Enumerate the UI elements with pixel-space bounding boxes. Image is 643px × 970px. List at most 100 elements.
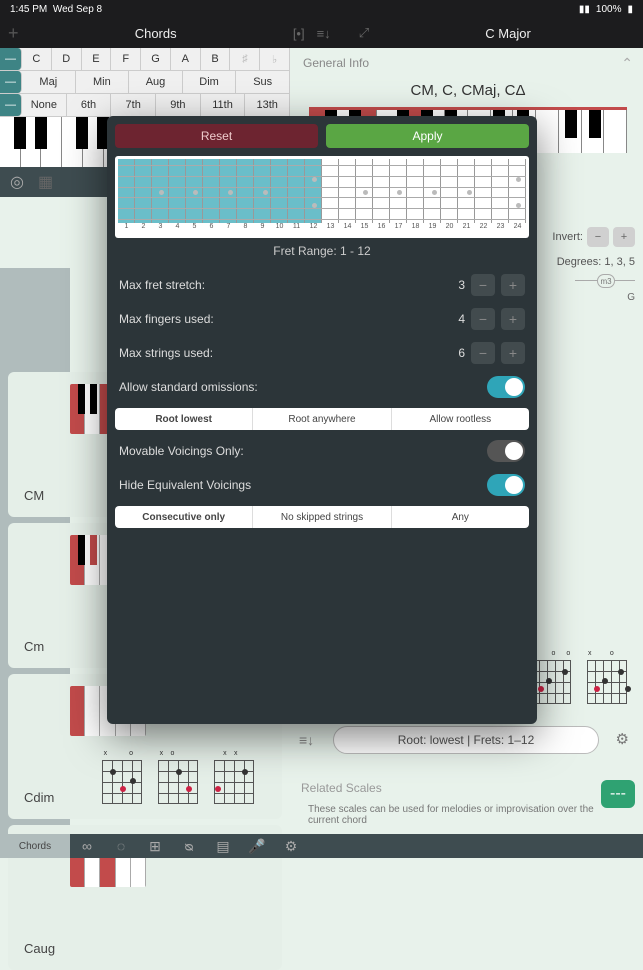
chord-diagram[interactable]: xo: [154, 750, 202, 808]
top-bar: + Chords [•] ≡↓ ⤢ C Major: [0, 18, 643, 48]
movable-toggle[interactable]: [487, 440, 525, 462]
cmajor-title: C Major: [485, 26, 531, 41]
strings-plus[interactable]: +: [501, 342, 525, 364]
seg-noskip[interactable]: No skipped strings: [253, 506, 391, 528]
qual-aug[interactable]: Aug: [129, 71, 183, 93]
ext-row: None 6th 7th 9th 11th 13th: [0, 94, 290, 117]
collapse-qual[interactable]: [0, 71, 22, 93]
fingers-minus[interactable]: −: [471, 308, 495, 330]
chord-diagram[interactable]: xo: [98, 750, 146, 808]
sheet-icon[interactable]: ▤: [206, 838, 240, 855]
circle-icon[interactable]: ◌: [104, 838, 138, 854]
status-bar: 1:45 PM Wed Sep 8 ▮▮100%▮: [0, 0, 643, 18]
strings-minus[interactable]: −: [471, 342, 495, 364]
collapse-ext[interactable]: [0, 94, 22, 116]
fret-range-label: Fret Range: 1 - 12: [107, 244, 537, 258]
mic-icon[interactable]: 🎤: [240, 838, 274, 855]
note-f[interactable]: F: [111, 48, 141, 70]
card-label: CM: [24, 488, 44, 503]
chord-diagrams-right: xoo xo: [523, 650, 635, 708]
note-g[interactable]: G: [141, 48, 171, 70]
qual-min[interactable]: Min: [76, 71, 130, 93]
voicing-settings-modal: Reset Apply 1234567891011121314151617181…: [107, 116, 537, 724]
quality-row: Maj Min Aug Dim Sus: [0, 71, 290, 94]
note-a[interactable]: A: [171, 48, 201, 70]
skip-seg[interactable]: Consecutive only No skipped strings Any: [115, 506, 529, 528]
stretch-plus[interactable]: +: [501, 274, 525, 296]
chord-diagram[interactable]: xx: [210, 750, 258, 808]
qual-dim[interactable]: Dim: [183, 71, 237, 93]
filter-icon[interactable]: ≡↓: [299, 732, 314, 748]
chevron-up-icon: ⌃: [621, 55, 633, 72]
max-fingers-value: 4: [458, 312, 465, 326]
max-strings-value: 6: [458, 346, 465, 360]
note-e[interactable]: E: [82, 48, 112, 70]
note-d[interactable]: D: [52, 48, 82, 70]
ext-none[interactable]: None: [22, 94, 67, 116]
card-label: Cdim: [24, 790, 54, 805]
ext-13[interactable]: 13th: [245, 94, 290, 116]
ext-6[interactable]: 6th: [67, 94, 112, 116]
invert-plus[interactable]: +: [613, 227, 635, 247]
reset-button[interactable]: Reset: [115, 124, 318, 148]
wifi-icon: ▮▮: [579, 4, 590, 15]
related-scales-text: These scales can be used for melodies or…: [300, 804, 635, 826]
ext-11[interactable]: 11th: [201, 94, 246, 116]
qual-sus[interactable]: Sus: [236, 71, 290, 93]
collapse-notes[interactable]: [0, 48, 22, 70]
grid-icon[interactable]: ▦: [38, 172, 53, 192]
green-fab[interactable]: ---: [601, 780, 635, 808]
expand-icon[interactable]: ⤢: [359, 25, 369, 41]
root-seg[interactable]: Root lowest Root anywhere Allow rootless: [115, 408, 529, 430]
max-fingers-row: Max fingers used: 4−+: [107, 302, 537, 336]
grid4-icon[interactable]: ⊞: [138, 838, 172, 855]
settings-icon[interactable]: ⚙: [274, 838, 308, 855]
seg-root-lowest[interactable]: Root lowest: [115, 408, 253, 430]
voicing-filter-button[interactable]: Root: lowest | Frets: 1–12: [333, 726, 599, 754]
stretch-minus[interactable]: −: [471, 274, 495, 296]
icon-a[interactable]: [•]: [293, 26, 305, 41]
invert-minus[interactable]: −: [587, 227, 609, 247]
apply-button[interactable]: Apply: [326, 124, 529, 148]
omissions-row: Allow standard omissions:: [107, 370, 537, 404]
gear-icon[interactable]: ⚙: [616, 730, 629, 748]
card-label: Caug: [24, 941, 55, 956]
fretboard-range[interactable]: 123456789101112131415161718192021222324: [115, 156, 529, 238]
icon-b[interactable]: ≡↓: [317, 26, 331, 41]
seg-allow-rootless[interactable]: Allow rootless: [392, 408, 529, 430]
chords-title: Chords: [135, 26, 177, 41]
note-flat[interactable]: ♭: [260, 48, 290, 70]
qual-maj[interactable]: Maj: [22, 71, 76, 93]
hideeq-row: Hide Equivalent Voicings: [107, 468, 537, 502]
note-g: G: [627, 292, 635, 303]
chord-diagram[interactable]: xo: [583, 650, 631, 708]
tab-chords[interactable]: Chords: [0, 834, 70, 858]
note-c[interactable]: C: [22, 48, 52, 70]
battery-icon: ▮: [627, 4, 633, 15]
ext-7[interactable]: 7th: [111, 94, 156, 116]
add-icon[interactable]: +: [8, 23, 19, 44]
omissions-toggle[interactable]: [487, 376, 525, 398]
link-icon[interactable]: ∞: [70, 838, 104, 854]
seg-any[interactable]: Any: [392, 506, 529, 528]
bottom-toolbar: Chords ∞ ◌ ⊞ ᴓ ▤ 🎤 ⚙: [0, 834, 643, 858]
ear-icon[interactable]: ᴓ: [172, 838, 206, 854]
target-icon[interactable]: ◎: [10, 172, 24, 192]
invert-control: Invert: − +: [552, 227, 635, 247]
chord-names: CM, C, CMaj, CΔ: [293, 82, 643, 99]
hideeq-toggle[interactable]: [487, 474, 525, 496]
seg-root-anywhere[interactable]: Root anywhere: [253, 408, 391, 430]
note-sharp[interactable]: ♯: [230, 48, 260, 70]
max-strings-row: Max strings used: 6−+: [107, 336, 537, 370]
general-info-header[interactable]: General Info⌃: [293, 48, 643, 78]
fingers-plus[interactable]: +: [501, 308, 525, 330]
chord-diagrams-caug: xo xo xx: [94, 750, 262, 808]
voicing-filter-bar: ≡↓ Root: lowest | Frets: 1–12 ⚙: [293, 726, 635, 758]
max-stretch-value: 3: [458, 278, 465, 292]
seg-consecutive[interactable]: Consecutive only: [115, 506, 253, 528]
degrees-label: Degrees: 1, 3, 5: [557, 256, 635, 268]
related-scales-header[interactable]: Related Scales⌃: [293, 781, 635, 798]
card-label: Cm: [24, 639, 44, 654]
ext-9[interactable]: 9th: [156, 94, 201, 116]
note-b[interactable]: B: [201, 48, 231, 70]
